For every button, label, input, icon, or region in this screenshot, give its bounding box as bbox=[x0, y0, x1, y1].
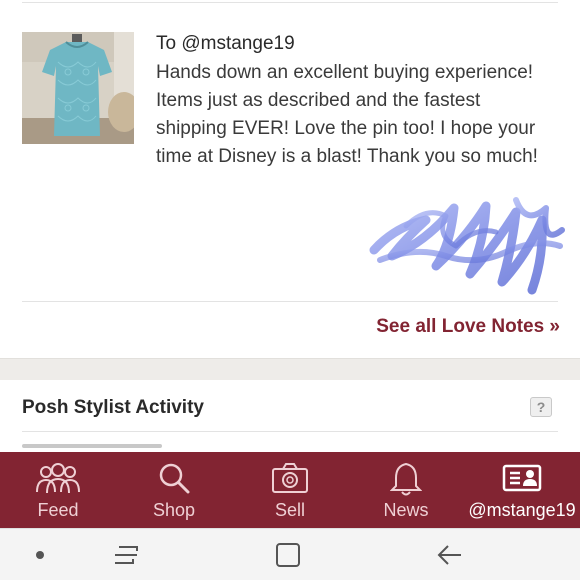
handwritten-signature-icon bbox=[366, 186, 566, 298]
top-divider bbox=[22, 2, 558, 3]
section-title: Posh Stylist Activity bbox=[22, 397, 204, 418]
system-navigation-bar bbox=[0, 528, 580, 580]
section-separator bbox=[0, 358, 580, 380]
note-recipient[interactable]: To @mstange19 bbox=[156, 30, 556, 57]
help-icon[interactable]: ? bbox=[530, 397, 552, 417]
tab-label: Sell bbox=[274, 500, 305, 520]
profile-card-icon bbox=[502, 464, 542, 492]
dot-icon bbox=[36, 551, 44, 559]
love-note-body: To @mstange19 Hands down an excellent bu… bbox=[156, 30, 556, 171]
nav-dot-button[interactable] bbox=[0, 529, 80, 580]
tab-sell[interactable]: Sell bbox=[232, 452, 348, 528]
camera-icon bbox=[272, 463, 308, 493]
tab-shop[interactable]: Shop bbox=[116, 452, 232, 528]
tab-label: Feed bbox=[37, 500, 79, 520]
tab-news[interactable]: News bbox=[348, 452, 464, 528]
love-note-card: To @mstange19 Hands down an excellent bu… bbox=[0, 0, 580, 358]
tab-label: Shop bbox=[152, 500, 196, 520]
back-icon bbox=[437, 545, 461, 565]
tab-profile[interactable]: @mstange19 bbox=[464, 452, 580, 528]
section-divider bbox=[22, 301, 558, 302]
recents-icon bbox=[115, 546, 138, 564]
bell-icon bbox=[390, 462, 422, 496]
nav-back-button[interactable] bbox=[410, 529, 490, 580]
search-icon bbox=[159, 463, 190, 494]
product-thumbnail[interactable] bbox=[22, 32, 134, 144]
bottom-tab-bar: Feed Shop Sell News @mstange19 bbox=[0, 452, 580, 528]
people-icon bbox=[36, 463, 80, 494]
posh-stylist-activity-card: Posh Stylist Activity ? bbox=[0, 380, 580, 452]
tab-feed[interactable]: Feed bbox=[0, 452, 116, 528]
home-icon bbox=[276, 543, 300, 567]
note-message: Hands down an excellent buying experienc… bbox=[156, 62, 538, 167]
tab-label: @mstange19 bbox=[468, 500, 576, 520]
nav-home-button[interactable] bbox=[248, 529, 328, 580]
nav-recents-button[interactable] bbox=[86, 529, 166, 580]
product-photo-lace-top-icon bbox=[22, 32, 134, 144]
tab-label: News bbox=[383, 500, 429, 520]
see-all-love-notes-link[interactable]: See all Love Notes » bbox=[376, 316, 560, 338]
section-divider bbox=[22, 431, 558, 432]
